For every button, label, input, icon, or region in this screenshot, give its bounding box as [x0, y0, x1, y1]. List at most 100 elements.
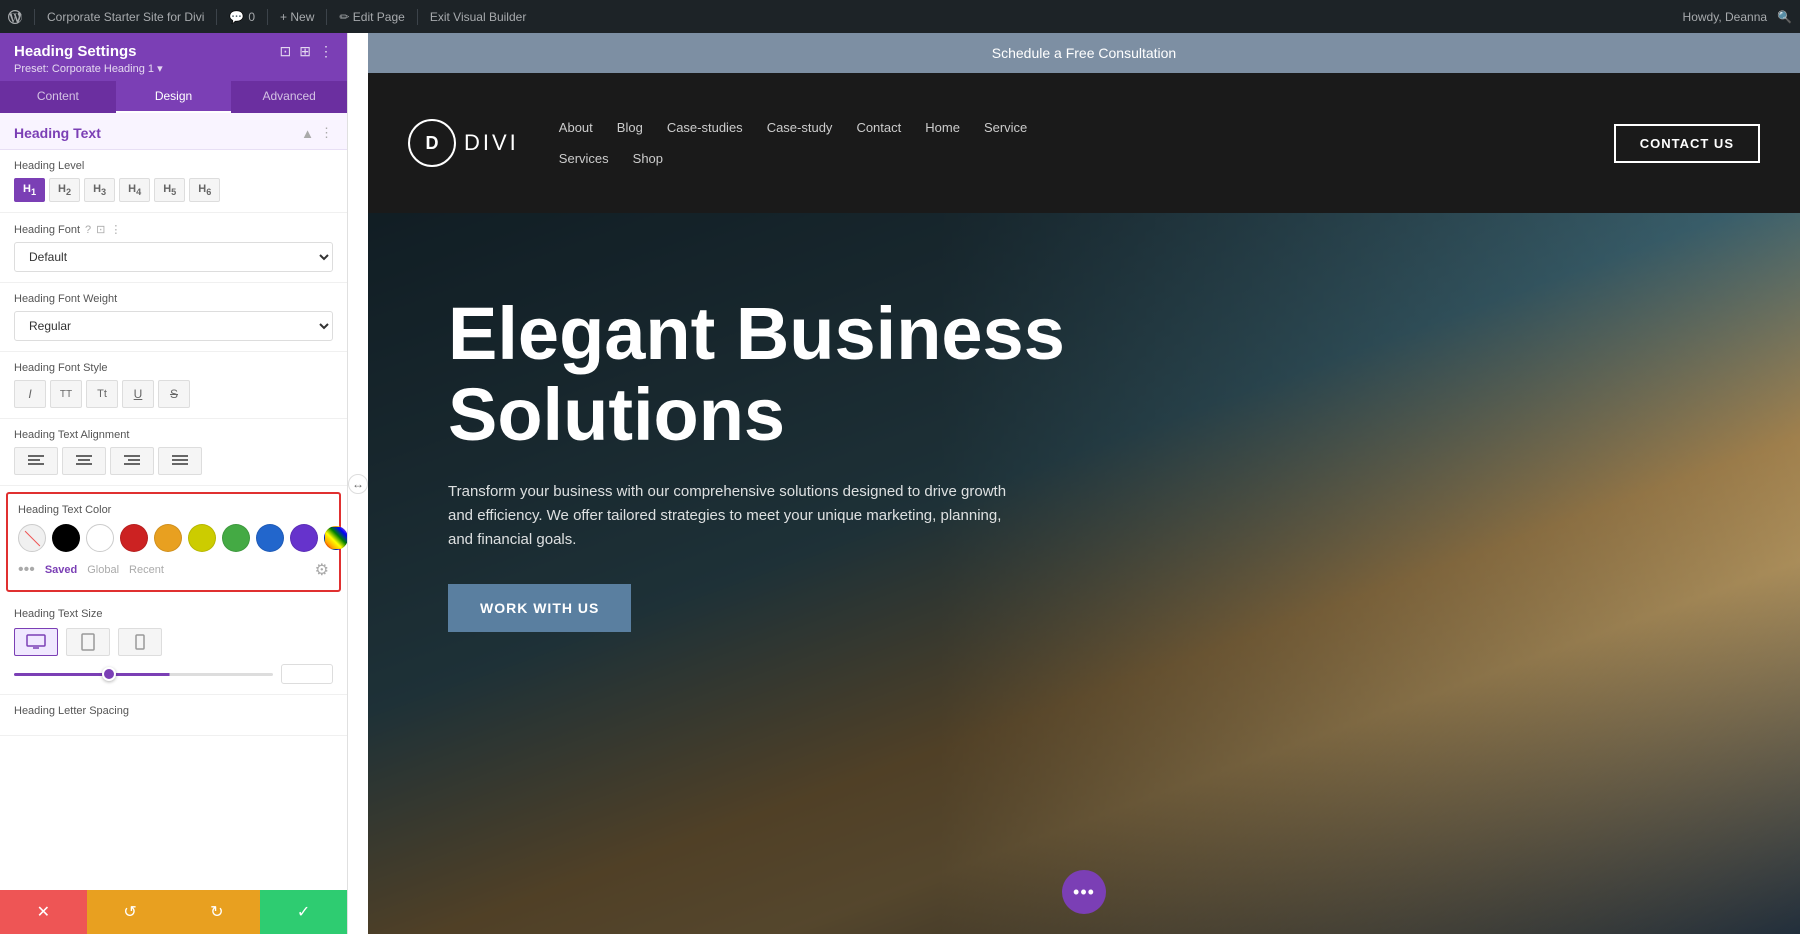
panel-resize-handle[interactable]: ↔: [348, 33, 368, 934]
settings-panel: Heading Settings ⊡ ⊞ ⋮ Preset: Corporate…: [0, 33, 348, 934]
panel-columns-icon[interactable]: ⊞: [299, 43, 311, 60]
contact-us-button[interactable]: CONTACT US: [1614, 124, 1760, 163]
heading-letter-spacing-label: Heading Letter Spacing: [14, 705, 333, 717]
font-style-underline-btn[interactable]: U: [122, 380, 154, 408]
color-tab-global[interactable]: Global: [87, 564, 119, 576]
site-logo: D DIVI: [408, 119, 519, 167]
heading-size-slider[interactable]: [14, 673, 273, 676]
tab-design[interactable]: Design: [116, 81, 232, 113]
color-swatches-row: [18, 524, 329, 552]
font-style-capitalize-btn[interactable]: Tt: [86, 380, 118, 408]
nav-services[interactable]: Services: [559, 151, 609, 166]
hero-dots-button[interactable]: •••: [1062, 870, 1106, 914]
wp-logo-icon[interactable]: [8, 10, 22, 24]
wp-bar-separator-1: [34, 9, 35, 25]
tab-advanced[interactable]: Advanced: [231, 81, 347, 113]
section-more-btn[interactable]: ⋮: [320, 125, 333, 141]
panel-header-icons: ⊡ ⊞ ⋮: [280, 43, 333, 60]
nav-about[interactable]: About: [559, 120, 593, 135]
edit-page-button[interactable]: ✏ Edit Page: [339, 10, 404, 24]
size-slider-row: 72px: [14, 664, 333, 684]
heading-font-copy-icon[interactable]: ⊡: [96, 223, 105, 236]
heading-letter-spacing-section: Heading Letter Spacing: [0, 695, 347, 736]
hero-cta-button[interactable]: WORK WITH US: [448, 584, 631, 632]
nav-case-studies[interactable]: Case-studies: [667, 120, 743, 135]
heading-text-color-label: Heading Text Color: [18, 504, 329, 516]
heading-font-more-icon[interactable]: ⋮: [110, 223, 121, 236]
heading-font-weight-select[interactable]: Regular: [14, 311, 333, 341]
heading-font-weight-label: Heading Font Weight: [14, 293, 333, 305]
section-collapse-btn[interactable]: ▲: [301, 126, 314, 141]
color-tabs-dots[interactable]: •••: [18, 561, 35, 579]
heading-level-h1[interactable]: H1: [14, 178, 45, 202]
panel-tabs: Content Design Advanced: [0, 81, 347, 113]
dots-circle[interactable]: •••: [1062, 870, 1106, 914]
heading-level-h3[interactable]: H3: [84, 178, 115, 202]
nav-case-study[interactable]: Case-study: [767, 120, 833, 135]
color-swatch-yellow[interactable]: [188, 524, 216, 552]
comments-link[interactable]: 💬 0: [229, 10, 255, 24]
align-right-btn[interactable]: [110, 447, 154, 475]
heading-level-group: Heading Level H1 H2 H3 H4 H5 H6: [0, 150, 347, 213]
wp-bar-right: Howdy, Deanna 🔍: [1683, 10, 1792, 24]
search-icon[interactable]: 🔍: [1777, 10, 1792, 24]
color-swatch-white[interactable]: [86, 524, 114, 552]
heading-size-input[interactable]: 72px: [281, 664, 333, 684]
color-swatch-green[interactable]: [222, 524, 250, 552]
panel-more-icon[interactable]: ⋮: [319, 43, 333, 60]
color-swatch-none[interactable]: [18, 524, 46, 552]
align-center-btn[interactable]: [62, 447, 106, 475]
wp-bar-separator-5: [417, 9, 418, 25]
alignment-buttons: [14, 447, 333, 475]
panel-preset[interactable]: Preset: Corporate Heading 1 ▾: [14, 62, 333, 75]
heading-level-h5[interactable]: H5: [154, 178, 185, 202]
save-button[interactable]: ✓: [260, 890, 347, 934]
nav-shop[interactable]: Shop: [633, 151, 663, 166]
cancel-button[interactable]: ✕: [0, 890, 87, 934]
logo-text: DIVI: [464, 130, 519, 156]
heading-font-select[interactable]: Default: [14, 242, 333, 272]
heading-level-h2[interactable]: H2: [49, 178, 80, 202]
wordpress-admin-bar: Corporate Starter Site for Divi 💬 0 + Ne…: [0, 0, 1800, 33]
align-justify-btn[interactable]: [158, 447, 202, 475]
nav-service[interactable]: Service: [984, 120, 1027, 135]
color-tabs-row: ••• Saved Global Recent ⚙: [18, 560, 329, 580]
color-swatch-purple[interactable]: [290, 524, 318, 552]
heading-level-h6[interactable]: H6: [189, 178, 220, 202]
heading-font-help-icon[interactable]: ?: [85, 224, 91, 236]
color-tab-gear-icon[interactable]: ⚙: [315, 560, 329, 580]
new-post-button[interactable]: + New: [280, 10, 314, 24]
color-swatch-red[interactable]: [120, 524, 148, 552]
size-tablet-icon[interactable]: [66, 628, 110, 656]
font-style-buttons: I TT Tt U S: [14, 380, 333, 408]
color-tab-recent[interactable]: Recent: [129, 564, 164, 576]
howdy-user[interactable]: Howdy, Deanna: [1683, 10, 1768, 24]
color-swatch-orange[interactable]: [154, 524, 182, 552]
section-controls: ▲ ⋮: [301, 125, 333, 141]
font-style-italic-btn[interactable]: I: [14, 380, 46, 408]
size-mobile-icon[interactable]: [118, 628, 162, 656]
heading-font-style-label: Heading Font Style: [14, 362, 333, 374]
tab-content[interactable]: Content: [0, 81, 116, 113]
font-style-uppercase-btn[interactable]: TT: [50, 380, 82, 408]
banner-bar: Schedule a Free Consultation: [368, 33, 1800, 73]
redo-button[interactable]: ↻: [174, 890, 261, 934]
reset-button[interactable]: ↺: [87, 890, 174, 934]
panel-header-top: Heading Settings ⊡ ⊞ ⋮: [14, 43, 333, 60]
nav-blog[interactable]: Blog: [617, 120, 643, 135]
site-name[interactable]: Corporate Starter Site for Divi: [47, 10, 204, 24]
nav-home[interactable]: Home: [925, 120, 960, 135]
panel-resize-icon[interactable]: ⊡: [280, 43, 292, 60]
size-desktop-icon[interactable]: [14, 628, 58, 656]
exit-builder-button[interactable]: Exit Visual Builder: [430, 10, 527, 24]
color-swatch-blue[interactable]: [256, 524, 284, 552]
nav-contact[interactable]: Contact: [856, 120, 901, 135]
panel-header: Heading Settings ⊡ ⊞ ⋮ Preset: Corporate…: [0, 33, 347, 81]
site-header: D DIVI About Blog Case-studies Case-stud…: [368, 73, 1800, 213]
align-left-btn[interactable]: [14, 447, 58, 475]
color-picker-btn[interactable]: [324, 526, 347, 550]
heading-level-h4[interactable]: H4: [119, 178, 150, 202]
color-tab-saved[interactable]: Saved: [45, 564, 77, 576]
color-swatch-black[interactable]: [52, 524, 80, 552]
font-style-strikethrough-btn[interactable]: S: [158, 380, 190, 408]
